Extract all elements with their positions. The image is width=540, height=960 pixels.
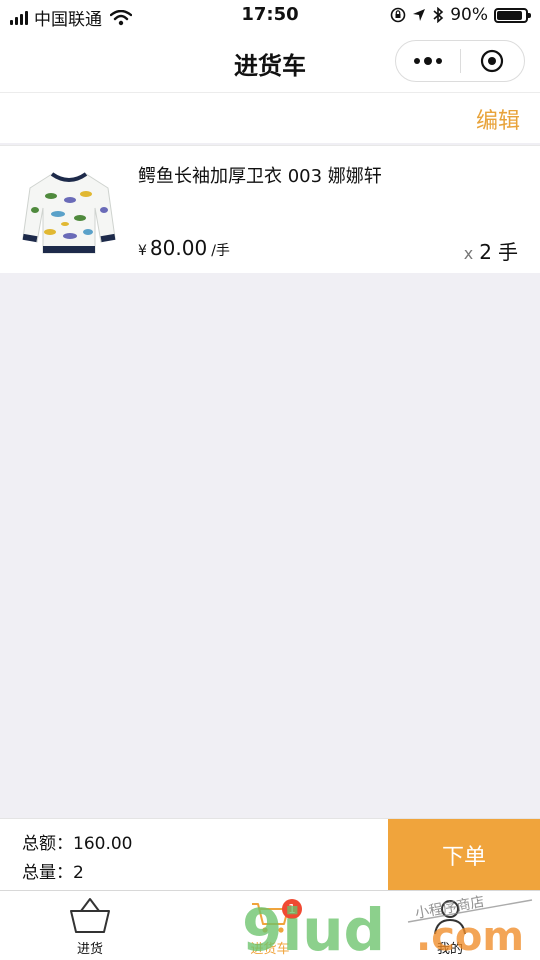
quantity-unit: 手 [498,240,518,264]
navigation-bar: 进货车 [0,32,540,93]
tab-cart[interactable]: 1 进货车 [180,891,360,960]
battery-percent: 90% [450,5,488,25]
tab-cart-label: 进货车 [250,942,290,957]
cart-badge: 1 [282,899,302,919]
status-bar: 中国联通 17:50 90% [0,0,540,32]
checkout-bar: 总额：160.00 总量：2 下单 [0,818,540,891]
more-dots-icon [413,57,442,65]
edit-bar: 编辑 [0,93,540,143]
tab-bar: 进货 1 进货车 我的 [0,890,540,960]
place-order-button[interactable]: 下单 [388,819,540,891]
total-value: 160.00 [73,834,133,854]
basket-icon [70,898,110,933]
product-quantity: x 2 手 [464,236,518,265]
product-thumbnail [22,172,116,254]
battery-icon [494,7,531,23]
tab-mine[interactable]: 我的 [360,891,540,960]
currency-symbol: ¥ [138,243,147,259]
price-amount: 80.00 [149,236,208,260]
location-icon [413,9,426,21]
bluetooth-icon [433,7,444,23]
price-unit: /手 [211,243,230,259]
product-title[interactable]: 鳄鱼长袖加厚卫衣 003 娜娜轩 [138,162,382,188]
total-label: 总额： [22,834,73,854]
rotation-lock-icon [390,7,406,23]
count-label: 总量： [22,863,73,883]
quantity-value: 2 [479,240,492,264]
tab-purchase-label: 进货 [76,942,103,957]
more-button[interactable] [396,41,460,81]
edit-button[interactable]: 编辑 [476,103,520,135]
user-icon [434,900,466,935]
cart-item[interactable]: 鳄鱼长袖加厚卫衣 003 娜娜轩 ¥ 80.00 /手 x 2 手 [0,145,540,273]
count-value: 2 [73,863,84,883]
total-quantity: 总量：2 [22,858,84,883]
mini-program-capsule [395,40,525,82]
product-price: ¥ 80.00 /手 [138,236,230,260]
status-icons: 90% [390,5,531,25]
close-button[interactable] [461,41,525,81]
total-amount: 总额：160.00 [22,829,132,854]
tab-purchase[interactable]: 进货 [0,891,180,960]
target-close-icon [481,49,504,73]
tab-mine-label: 我的 [436,942,463,957]
quantity-prefix: x [463,244,474,263]
